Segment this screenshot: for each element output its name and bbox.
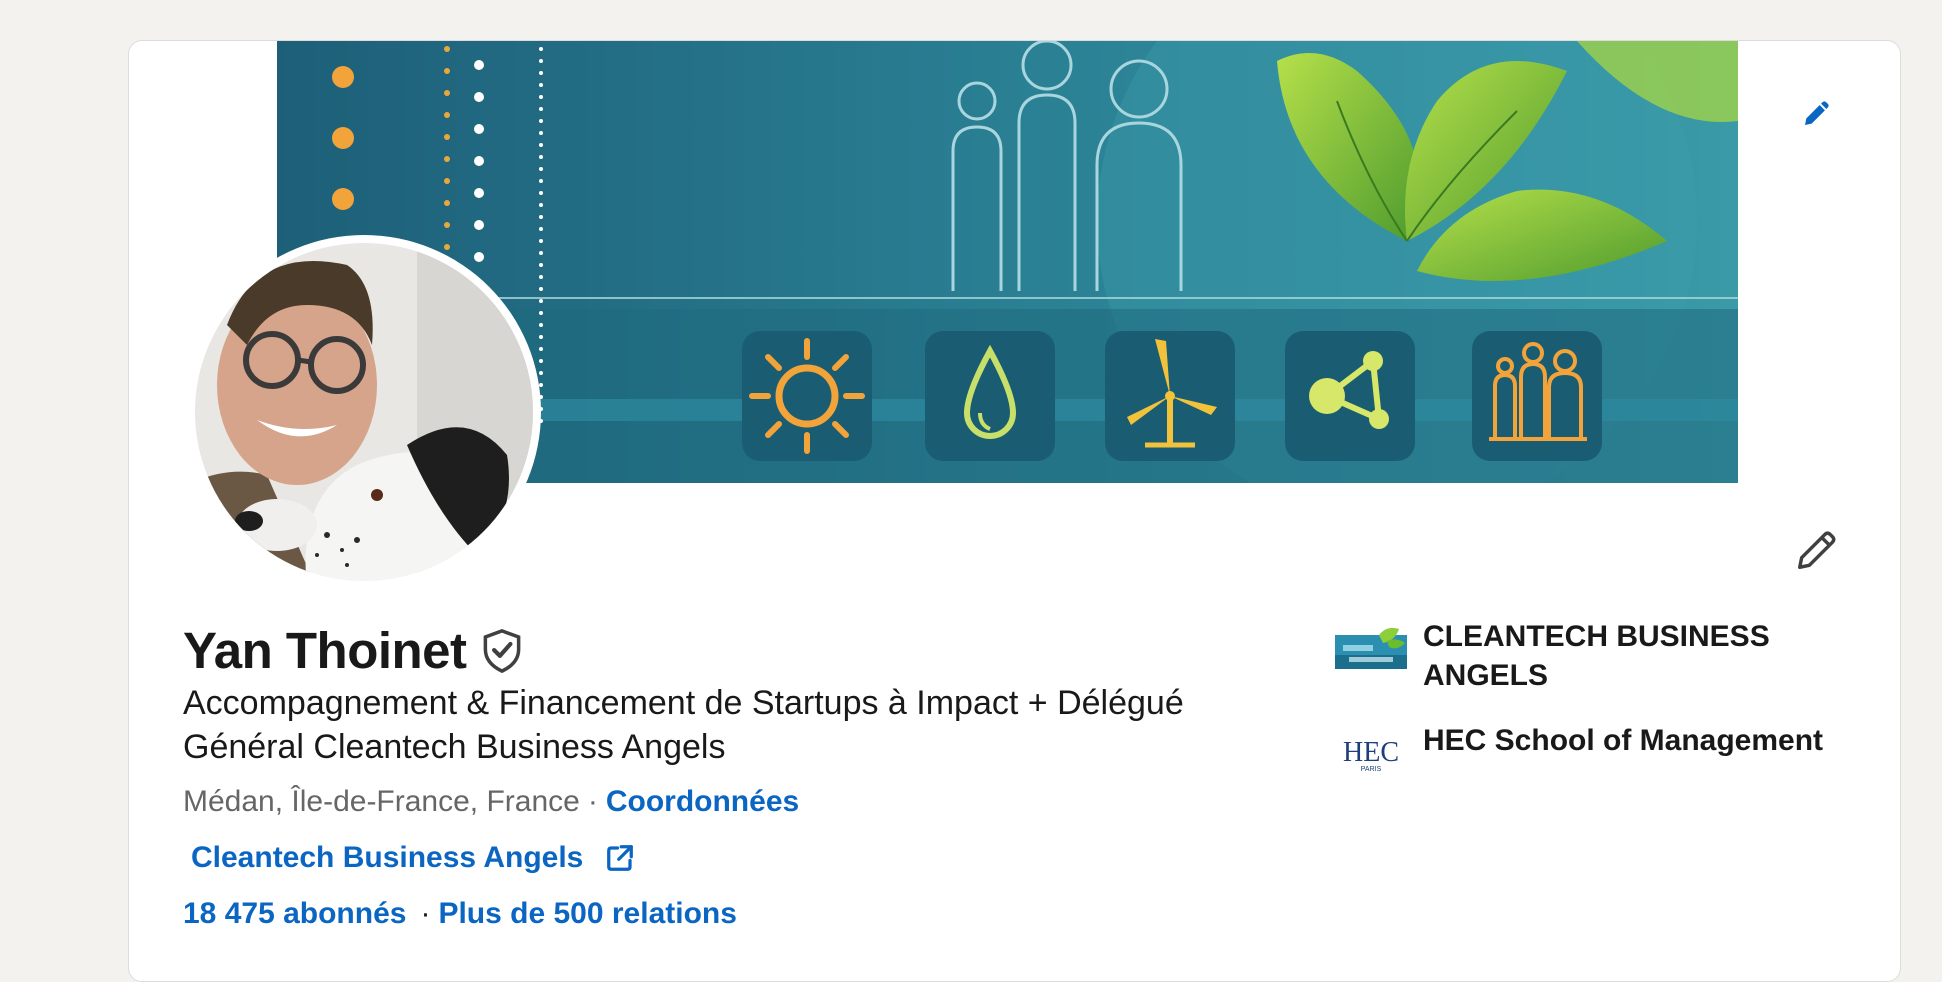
followers-link[interactable]: 18 475 abonnés — [183, 897, 406, 931]
name-row: Yan Thoinet — [183, 621, 523, 680]
edit-cover-button[interactable] — [1797, 93, 1837, 133]
website-link[interactable]: Cleantech Business Angels — [191, 841, 635, 875]
separator-dot: · — [587, 785, 598, 818]
connections-link[interactable]: Plus de 500 relations — [438, 897, 736, 931]
organization-name: CLEANTECH BUSINESS ANGELS — [1423, 620, 1770, 692]
sun-icon — [742, 331, 872, 461]
organization-current-company[interactable]: CLEANTECH BUSINESS ANGELS — [1335, 617, 1875, 695]
profile-location: Médan, Île-de-France, France — [183, 785, 580, 818]
wind-turbine-icon — [1105, 331, 1235, 461]
organization-name: HEC School of Management — [1423, 724, 1824, 757]
pencil-icon — [1805, 101, 1829, 125]
external-link-icon[interactable] — [605, 843, 635, 873]
profile-photo[interactable] — [187, 235, 541, 589]
website-label[interactable]: Cleantech Business Angels — [191, 841, 583, 875]
hec-logo-text: HEC — [1343, 737, 1399, 768]
contact-info-link[interactable]: Coordonnées — [606, 785, 799, 819]
people-icon — [1472, 331, 1602, 461]
profile-top-card: Yan Thoinet Accompagnement & Financement… — [128, 40, 1901, 982]
molecule-icon — [1285, 331, 1415, 461]
shield-check-icon — [483, 628, 520, 673]
hec-paris-logo: HEC PARIS — [1335, 731, 1407, 775]
organization-education[interactable]: HEC PARIS HEC School of Management — [1335, 721, 1875, 775]
location-row: Médan, Île-de-France, France · Coordonné… — [183, 785, 799, 819]
profile-name: Yan Thoinet — [183, 622, 467, 679]
verified-badge[interactable] — [481, 628, 523, 674]
edit-intro-button[interactable] — [1792, 525, 1842, 575]
cleantech-logo — [1335, 627, 1407, 671]
profile-headline: Accompagnement & Financement de Startups… — [183, 684, 1184, 766]
organization-list: CLEANTECH BUSINESS ANGELS HEC PARIS HEC … — [1335, 617, 1875, 801]
separator-dot: · — [420, 897, 431, 930]
network-stats: 18 475 abonnés · Plus de 500 relations — [183, 897, 737, 931]
pencil-icon — [1798, 531, 1836, 569]
hec-logo-subtext: PARIS — [1361, 766, 1382, 773]
water-drop-icon — [925, 331, 1055, 461]
